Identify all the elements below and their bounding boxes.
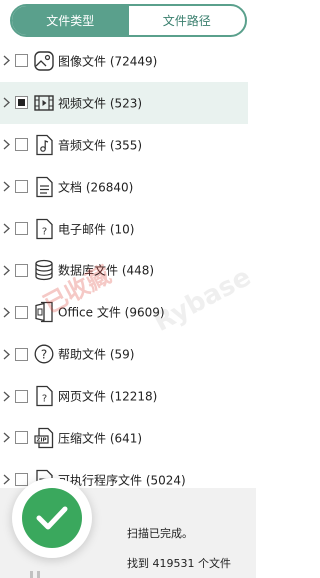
checkbox[interactable] [15,473,28,487]
office-file-icon [34,301,54,323]
audio-file-icon [34,134,54,156]
image-file-icon [34,50,54,72]
email-file-icon: ? [34,218,54,240]
list-item[interactable]: ? 网页文件 (12218) [0,375,248,417]
list-item[interactable]: ? 帮助文件 (59) [0,333,248,375]
svg-text:?: ? [42,394,47,405]
check-icon [22,488,82,548]
chevron-right-icon[interactable] [0,291,12,333]
zip-file-icon: ZIP [34,427,54,449]
scan-status-text: 扫描已完成。 [127,527,193,540]
database-icon [34,259,54,281]
video-file-icon [34,92,54,114]
list-item[interactable]: 数据库文件 (448) [0,249,248,291]
chevron-right-icon[interactable] [0,166,12,208]
list-item[interactable]: 视频文件 (523) [0,81,248,124]
list-item-label: 帮助文件 (59) [58,347,135,362]
checkbox[interactable] [15,138,28,152]
checkbox[interactable] [15,263,28,277]
chevron-right-icon[interactable] [0,208,12,250]
file-type-list: 图像文件 (72449) 视频文件 (523) 音频文件 (355) 文档 (2… [0,40,248,501]
list-item-label: 音频文件 (355) [58,138,143,153]
tab-file-path[interactable]: 文件路径 [129,6,246,35]
checkbox[interactable] [15,222,28,235]
checkbox[interactable] [15,96,28,110]
checkbox[interactable] [15,54,28,68]
web-file-icon: ? [34,385,54,407]
list-item-label: 网页文件 (12218) [58,389,158,404]
chevron-right-icon[interactable] [0,333,12,375]
chevron-right-icon[interactable] [0,124,12,166]
checkbox[interactable] [15,180,28,194]
help-file-icon: ? [34,343,54,365]
document-file-icon [34,176,54,198]
checkbox[interactable] [15,347,28,361]
checkbox[interactable] [15,305,28,319]
list-item-label: 文档 (26840) [58,180,134,195]
list-item-label: 电子邮件 (10) [58,222,135,236]
chevron-right-icon[interactable] [0,82,12,124]
chevron-right-icon[interactable] [0,375,12,417]
pause-icon[interactable] [28,567,42,578]
list-item[interactable]: 文档 (26840) [0,166,248,208]
view-tabs: 文件类型 文件路径 [10,4,247,37]
checkbox[interactable] [15,389,28,403]
list-item[interactable]: 图像文件 (72449) [0,40,248,82]
list-item[interactable]: Office 文件 (9609) [0,291,248,333]
list-item-label: 图像文件 (72449) [58,54,158,69]
list-item[interactable]: ? 电子邮件 (10) [0,208,248,250]
chevron-right-icon[interactable] [0,417,12,459]
chevron-right-icon[interactable] [0,40,12,82]
chevron-right-icon[interactable] [0,249,12,291]
list-item[interactable]: 音频文件 (355) [0,124,248,166]
svg-text:?: ? [42,226,47,237]
tab-file-type[interactable]: 文件类型 [12,6,129,35]
list-item-label: 数据库文件 (448) [58,263,155,278]
list-item-label: 压缩文件 (641) [58,431,143,446]
list-item-label: 视频文件 (523) [58,96,143,111]
files-found-text: 找到 419531 个文件 [127,557,231,570]
svg-text:ZIP: ZIP [36,438,46,444]
scan-complete-badge [12,478,92,558]
svg-text:?: ? [41,348,47,362]
checkbox[interactable] [15,431,28,445]
list-item-label: 可执行程序文件 (5024) [58,473,186,488]
list-item[interactable]: ZIP 压缩文件 (641) [0,417,248,459]
list-item-label: Office 文件 (9609) [58,305,165,320]
